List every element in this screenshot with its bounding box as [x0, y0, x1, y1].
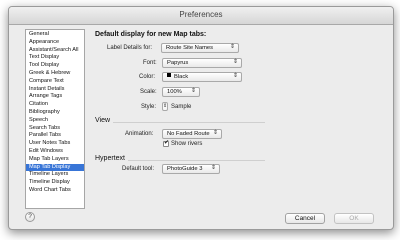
sidebar-item-search-tabs[interactable]: Search Tabs [26, 125, 84, 133]
sidebar-item-greek-hebrew[interactable]: Greek & Hebrew [26, 70, 84, 78]
font-value: Papyrus [167, 60, 189, 66]
show-rivers-checkbox[interactable]: ✔ [163, 140, 170, 147]
scale-popup[interactable]: 100% ⇕ [162, 87, 200, 97]
sidebar-item-word-chart-tabs[interactable]: Word Chart Tabs [26, 187, 84, 195]
scale-value: 100% [167, 89, 182, 95]
color-swatch [167, 73, 171, 78]
animation-value: No Faded Route [167, 131, 210, 137]
font-popup[interactable]: Papyrus ⇕ [162, 58, 242, 68]
sidebar-item-edit-windows[interactable]: Edit Windows [26, 148, 84, 156]
label-details-popup[interactable]: Route Site Names ⇕ [161, 43, 239, 53]
sidebar-item-instant-details[interactable]: Instant Details [26, 86, 84, 94]
default-tool-value: PhotoGuide 3 [167, 166, 203, 172]
sidebar-item-citation[interactable]: Citation [26, 101, 84, 109]
default-tool-popup[interactable]: PhotoGuide 3 ⇕ [162, 164, 220, 174]
hypertext-section-label: Hypertext [95, 155, 125, 162]
style-stepper[interactable]: ⇕ [162, 102, 168, 111]
popup-arrows-icon: ⇕ [229, 44, 235, 50]
popup-arrows-icon: ⇕ [210, 165, 216, 171]
scale-label: Scale: [140, 89, 157, 95]
section-heading: Default display for new Map tabs: [95, 31, 207, 38]
preferences-window: Preferences General Appearance Assistant… [8, 6, 394, 230]
view-section-label: View [95, 117, 111, 124]
animation-label: Animation: [125, 131, 154, 137]
sidebar-item-speech[interactable]: Speech [26, 117, 84, 125]
popup-arrows-icon: ⇕ [190, 88, 196, 94]
color-label: Color: [139, 74, 156, 80]
checkmark-icon: ✔ [164, 140, 170, 146]
cancel-button[interactable]: Cancel [285, 213, 325, 224]
sidebar-item-timeline-layers[interactable]: Timeline Layers [26, 171, 84, 179]
sidebar-item-appearance[interactable]: Appearance [26, 39, 84, 47]
color-popup[interactable]: Black ⇕ [162, 72, 242, 82]
style-sample: Sample [171, 104, 192, 110]
view-separator [113, 122, 265, 123]
help-button[interactable]: ? [25, 212, 35, 222]
style-label: Style: [141, 104, 157, 110]
sidebar-item-arrange-tags[interactable]: Arrange Tags [26, 93, 84, 101]
font-label: Font: [143, 60, 157, 66]
label-details-label: Label Details for: [107, 45, 153, 51]
help-icon: ? [28, 213, 32, 220]
label-details-value: Route Site Names [166, 45, 214, 51]
color-value: Black [174, 74, 189, 80]
sidebar-item-compare-text[interactable]: Compare Text [26, 78, 84, 86]
sidebar-item-map-tab-display[interactable]: Map Tab Display [26, 163, 84, 172]
title-bar[interactable]: Preferences [9, 7, 393, 25]
sidebar-item-bibliography[interactable]: Bibliography [26, 109, 84, 117]
show-rivers-label: Show rivers [171, 141, 203, 147]
animation-popup[interactable]: No Faded Route ⇕ [162, 129, 222, 139]
hypertext-separator [128, 160, 265, 161]
popup-arrows-icon: ⇕ [212, 130, 218, 136]
sidebar-item-parallel-tabs[interactable]: Parallel Tabs [26, 132, 84, 140]
sidebar-item-assistant-search-all[interactable]: Assistant/Search All [26, 47, 84, 55]
ok-button[interactable]: OK [334, 213, 374, 224]
sidebar-item-map-tab-layers[interactable]: Map Tab Layers [26, 156, 84, 164]
preferences-category-list[interactable]: General Appearance Assistant/Search All … [25, 29, 85, 209]
window-title: Preferences [179, 10, 223, 19]
popup-arrows-icon: ⇕ [232, 73, 238, 79]
sidebar-item-tool-display[interactable]: Tool Display [26, 62, 84, 70]
sidebar-item-text-display[interactable]: Text Display [26, 54, 84, 62]
popup-arrows-icon: ⇕ [232, 59, 238, 65]
sidebar-item-general[interactable]: General [26, 31, 84, 39]
sidebar-item-user-notes-tabs[interactable]: User Notes Tabs [26, 140, 84, 148]
default-tool-label: Default tool: [122, 166, 155, 172]
sidebar-item-timeline-display[interactable]: Timeline Display [26, 179, 84, 187]
